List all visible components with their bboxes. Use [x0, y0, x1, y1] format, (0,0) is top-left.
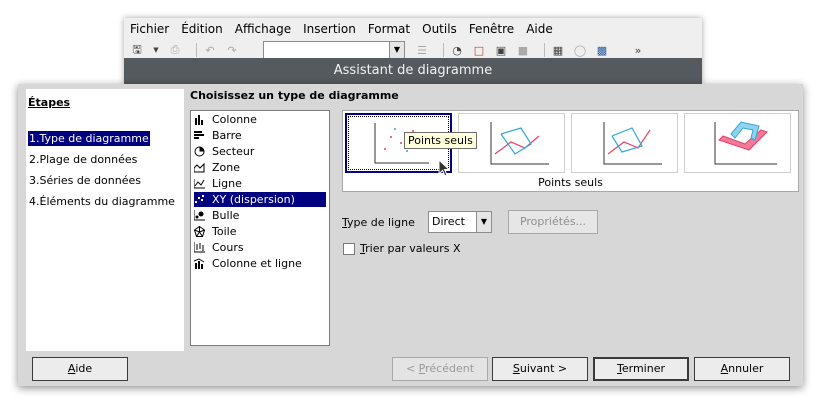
steps-title: Étapes: [28, 96, 71, 109]
net-chart-icon: [194, 226, 205, 237]
step-data-range[interactable]: 2.Plage de données: [28, 152, 138, 167]
save-icon[interactable]: 🖫: [130, 43, 144, 57]
chart-type-item[interactable]: Colonne: [194, 112, 326, 127]
scatter-chart-icon: [194, 194, 205, 205]
menu-insertion[interactable]: Insertion: [297, 18, 362, 40]
next-button[interactable]: Suivant >: [492, 357, 588, 381]
sort-by-x-label: Trier par valeurs X: [360, 242, 461, 255]
line-type-select[interactable]: Direct ▼: [428, 211, 492, 233]
variant-3d-lines[interactable]: [684, 113, 791, 173]
chevron-down-icon[interactable]: ▼: [152, 43, 160, 57]
undo-icon[interactable]: ↶: [203, 43, 217, 57]
tooltip: Points seuls: [404, 132, 477, 149]
panel-heading: Choisissez un type de diagramme: [190, 89, 399, 102]
line-type-label: Type de ligne: [342, 216, 415, 229]
menu-edition[interactable]: Édition: [175, 18, 229, 40]
chart-type-label: Cours: [212, 241, 244, 254]
sort-by-x-checkbox[interactable]: [343, 243, 355, 255]
steps-panel: Étapes 1.Type de diagramme 2.Plage de do…: [26, 89, 184, 351]
help-button[interactable]: Aide: [32, 357, 128, 381]
line-chart-icon: [194, 178, 205, 189]
chart-area-icon[interactable]: ▣: [494, 43, 508, 57]
chart-type-icon[interactable]: ◔: [450, 43, 464, 57]
align-icon[interactable]: ☰: [415, 43, 429, 57]
bubble-chart-icon: [194, 210, 205, 221]
chart-type-label: Colonne: [212, 113, 257, 126]
pie-chart-icon: [194, 146, 205, 157]
chart-type-item[interactable]: Toile: [194, 224, 326, 239]
toolbar-separator: [196, 43, 197, 57]
chevron-down-icon[interactable]: ▼: [476, 212, 491, 232]
chart-type-item[interactable]: Bulle: [194, 208, 326, 223]
chart-floor-icon[interactable]: ■: [516, 43, 530, 57]
chart-type-label: Bulle: [212, 209, 240, 222]
chart-type-item[interactable]: Ligne: [194, 176, 326, 191]
variant-lines-only[interactable]: [571, 113, 678, 173]
chart-type-item[interactable]: Colonne et ligne: [194, 256, 326, 271]
more-icon[interactable]: »: [631, 43, 645, 57]
chart-type-label: Toile: [212, 225, 237, 238]
column-chart-icon: [194, 114, 205, 125]
data-table-icon[interactable]: ▦: [551, 43, 565, 57]
bar-chart-icon: [194, 130, 205, 141]
mouse-cursor-icon: [438, 159, 451, 177]
menubar: Fichier Édition Affichage Insertion Form…: [124, 18, 702, 40]
cancel-button[interactable]: Annuler: [694, 357, 790, 381]
toolbar-separator: [443, 43, 444, 57]
chart-type-label: Secteur: [212, 145, 255, 158]
properties-button[interactable]: Propriétés...: [508, 210, 598, 234]
menu-format[interactable]: Format: [362, 18, 416, 40]
chart-wall-icon[interactable]: □: [472, 43, 486, 57]
3d-lines-preview-icon: [714, 121, 777, 165]
chevron-down-icon[interactable]: ▼: [389, 42, 404, 58]
toolbar: 🖫 ▼ ⎙ ↶ ↷ ▼ ☰ ◔ □ ▣ ■ ▦ ◯ ▩ »: [124, 40, 702, 60]
stock-chart-icon: [194, 242, 205, 253]
chart-type-label: Barre: [212, 129, 242, 142]
database-icon[interactable]: ◯: [573, 43, 587, 57]
lines-only-preview-icon: [603, 122, 662, 165]
chart-data-icon[interactable]: ▩: [595, 43, 609, 57]
chart-type-label: Zone: [212, 161, 241, 174]
step-data-series[interactable]: 3.Séries de données: [28, 173, 142, 188]
column-line-chart-icon: [194, 258, 205, 269]
chart-type-item-selected[interactable]: XY (dispersion): [194, 192, 326, 207]
area-chart-icon: [194, 162, 205, 173]
line-type-value: Direct: [432, 215, 465, 228]
chart-type-label: XY (dispersion): [212, 193, 295, 206]
chart-type-label: Ligne: [212, 177, 242, 190]
step-chart-elements[interactable]: 4.Éléments du diagramme: [28, 194, 176, 209]
step-chart-type[interactable]: 1.Type de diagramme: [28, 131, 150, 146]
variant-caption: Points seuls: [538, 176, 603, 189]
previous-button[interactable]: < Précédent: [392, 357, 488, 381]
menu-fichier[interactable]: Fichier: [124, 18, 175, 40]
chart-type-item[interactable]: Zone: [194, 160, 326, 175]
finish-button[interactable]: Terminer: [593, 357, 689, 381]
chart-type-item[interactable]: Secteur: [194, 144, 326, 159]
chart-type-item[interactable]: Barre: [194, 128, 326, 143]
dialog-titlebar: Assistant de diagramme: [124, 58, 702, 84]
chart-type-label: Colonne et ligne: [212, 257, 302, 270]
menu-fenetre[interactable]: Fenêtre: [463, 18, 520, 40]
chart-type-list[interactable]: Colonne Barre Secteur Zone Ligne XY (dis: [190, 110, 330, 346]
chart-variant-gallery: Points seuls: [342, 110, 799, 192]
redo-icon[interactable]: ↷: [225, 43, 239, 57]
menu-aide[interactable]: Aide: [520, 18, 559, 40]
chart-wizard-dialog: Étapes 1.Type de diagramme 2.Plage de do…: [18, 84, 803, 386]
print-icon[interactable]: ⎙: [168, 43, 182, 57]
menu-affichage[interactable]: Affichage: [229, 18, 297, 40]
chart-type-item[interactable]: Cours: [194, 240, 326, 255]
menu-outils[interactable]: Outils: [416, 18, 463, 40]
toolbar-separator: [544, 43, 545, 57]
style-combo[interactable]: ▼: [263, 41, 405, 59]
